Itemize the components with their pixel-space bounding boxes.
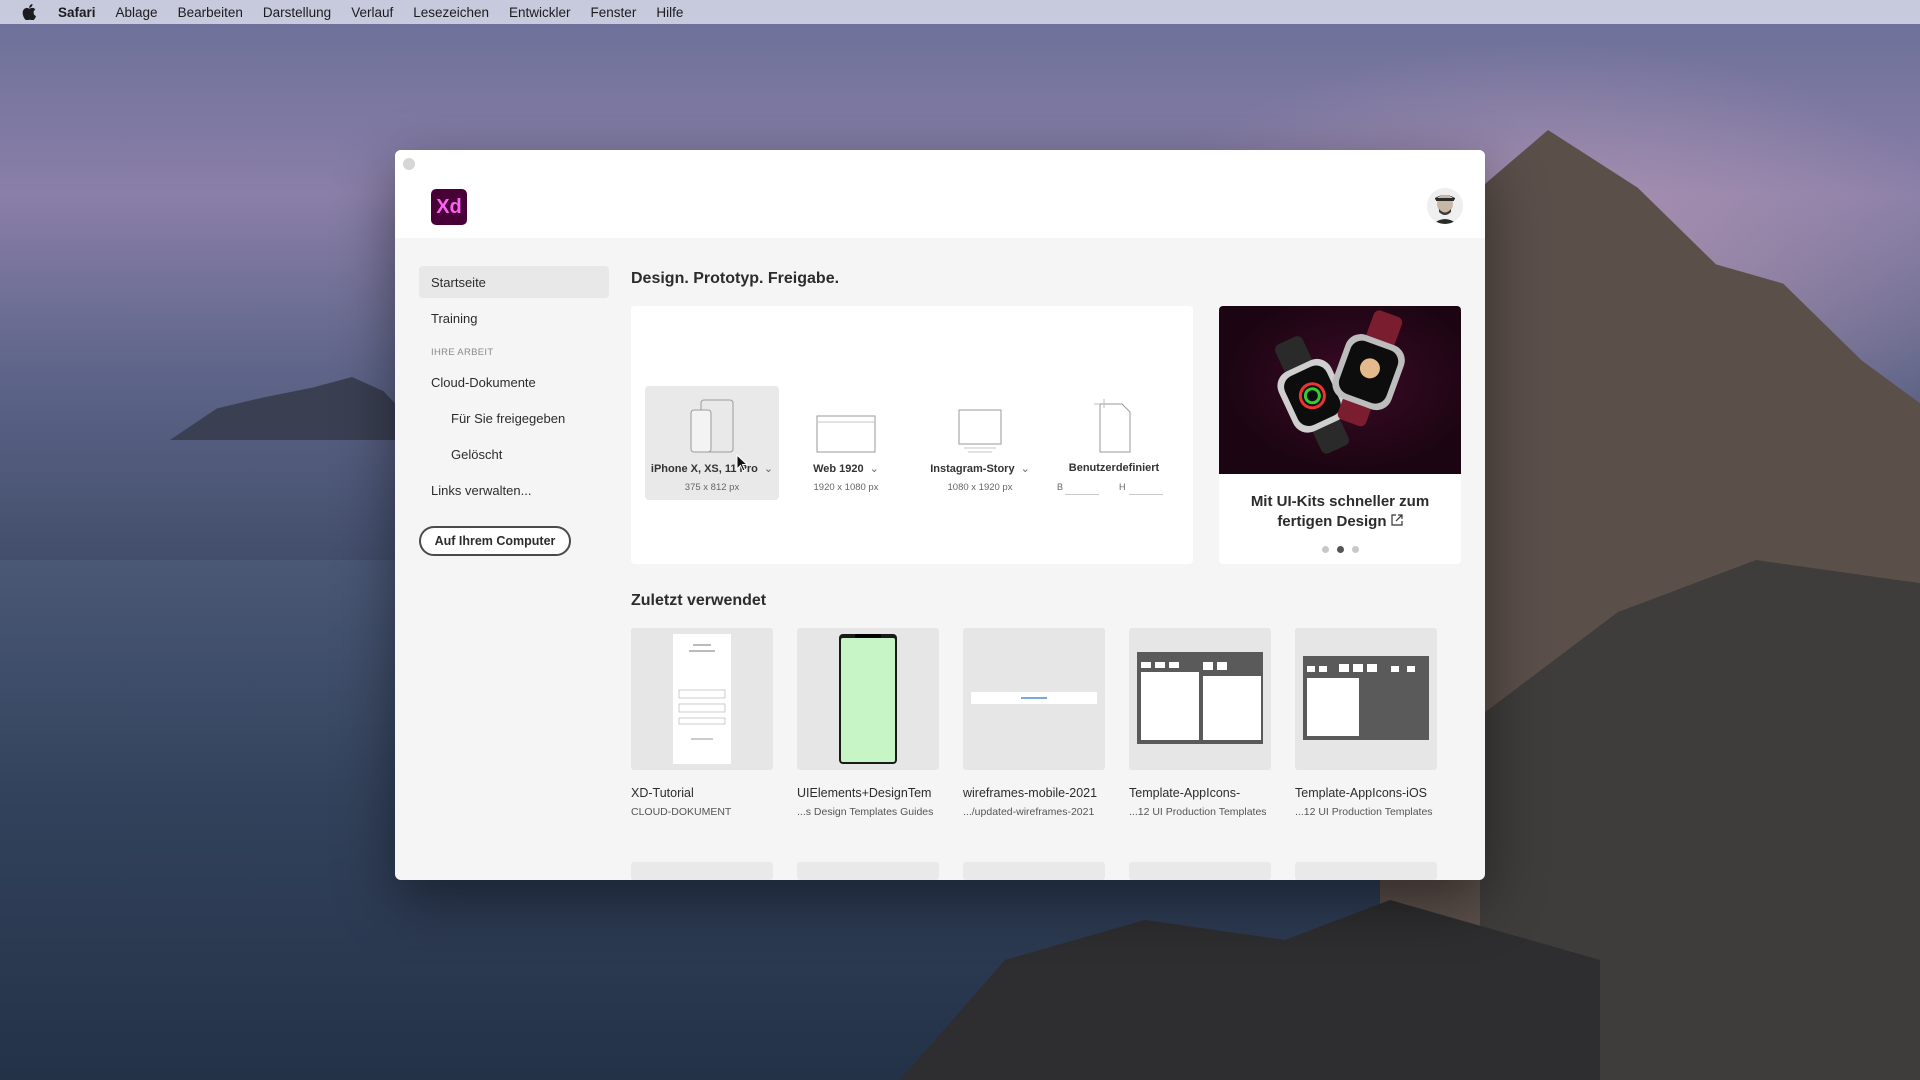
mouse-cursor-icon: [736, 453, 749, 477]
recent-file-card[interactable]: Template-AppIcons- ...12 UI Production T…: [1129, 628, 1271, 818]
preset-instagram-story[interactable]: Instagram-Story ⌄ 1080 x 1920 px: [913, 386, 1047, 500]
recent-title: Zuletzt verwendet: [631, 592, 767, 609]
menu-hilfe[interactable]: Hilfe: [656, 5, 683, 20]
file-thumbnail: [1295, 628, 1437, 770]
recent-file-card-partial[interactable]: [963, 862, 1105, 880]
file-thumbnail: [963, 628, 1105, 770]
menu-fenster[interactable]: Fenster: [591, 5, 637, 20]
phone-icon: [645, 394, 779, 454]
sidebar-item-training[interactable]: Training: [419, 302, 609, 334]
width-input[interactable]: [1065, 494, 1099, 495]
file-path: ...12 UI Production Templates: [1295, 806, 1433, 818]
sidebar-item-manage-links[interactable]: Links verwalten...: [419, 474, 609, 506]
preset-custom-name: Benutzerdefiniert: [1068, 462, 1160, 474]
preset-web-size: 1920 x 1080 px: [813, 482, 879, 493]
height-label: H: [1119, 482, 1126, 492]
menu-entwickler[interactable]: Entwickler: [509, 5, 571, 20]
recent-file-card[interactable]: wireframes-mobile-2021 .../updated-wiref…: [963, 628, 1105, 818]
promo-card[interactable]: Mit UI-Kits schneller zum fertigen Desig…: [1219, 306, 1461, 564]
carousel-dot[interactable]: [1321, 546, 1329, 553]
file-thumbnail: [631, 628, 773, 770]
file-thumbnail: [797, 628, 939, 770]
user-avatar[interactable]: [1427, 188, 1463, 224]
on-computer-button[interactable]: Auf Ihrem Computer: [419, 526, 571, 556]
carousel-dots: [1219, 546, 1461, 553]
menu-darstellung[interactable]: Darstellung: [263, 5, 331, 20]
width-label: B: [1057, 482, 1064, 492]
preset-custom[interactable]: Benutzerdefiniert B H: [1047, 386, 1181, 500]
preset-web-name: Web 1920: [813, 463, 864, 475]
sidebar-section-heading: IHRE ARBEIT: [431, 346, 494, 358]
preset-iphone[interactable]: iPhone X, XS, 11 Pro ⌄ 375 x 812 px: [645, 386, 779, 500]
menu-lesezeichen[interactable]: Lesezeichen: [413, 5, 489, 20]
sidebar-item-home[interactable]: Startseite: [419, 266, 609, 298]
chevron-down-icon[interactable]: ⌄: [1021, 462, 1030, 475]
recent-file-card[interactable]: XD-Tutorial CLOUD-DOKUMENT: [631, 628, 773, 818]
file-name: Template-AppIcons-iOS: [1295, 786, 1428, 800]
custom-page-icon: [1047, 394, 1181, 454]
recent-file-card-partial[interactable]: [1295, 862, 1437, 880]
height-input[interactable]: [1129, 494, 1163, 495]
file-path: .../updated-wireframes-2021: [963, 806, 1095, 818]
recent-file-card[interactable]: Template-AppIcons-iOS ...12 UI Productio…: [1295, 628, 1437, 818]
menu-bearbeiten[interactable]: Bearbeiten: [178, 5, 243, 20]
page-title: Design. Prototyp. Freigabe.: [631, 270, 840, 287]
window-header: Xd: [395, 150, 1485, 238]
carousel-dot[interactable]: [1351, 546, 1359, 553]
new-document-presets: iPhone X, XS, 11 Pro ⌄ 375 x 812 px Web 1…: [631, 306, 1193, 564]
preset-web-1920[interactable]: Web 1920 ⌄ 1920 x 1080 px: [779, 386, 913, 500]
apple-icon[interactable]: [20, 3, 38, 21]
xd-logo: Xd: [431, 189, 467, 225]
story-icon: [913, 394, 1047, 454]
file-name: wireframes-mobile-2021: [963, 786, 1098, 800]
recent-file-card-partial[interactable]: [631, 862, 773, 880]
chevron-down-icon[interactable]: ⌄: [764, 462, 773, 475]
file-name: UIElements+DesignTem: [797, 786, 932, 800]
file-name: XD-Tutorial: [631, 786, 694, 800]
file-name: Template-AppIcons-: [1129, 786, 1241, 800]
preset-instagram-name: Instagram-Story: [930, 463, 1015, 475]
file-path: ...s Design Templates Guides: [797, 806, 934, 818]
window-close-button[interactable]: [403, 158, 415, 170]
recent-file-card-partial[interactable]: [797, 862, 939, 880]
smartwatch-image: [1219, 306, 1461, 474]
menu-safari[interactable]: Safari: [58, 5, 96, 20]
xd-home-window: Xd Startseite Training IHRE ARBEIT Cloud…: [395, 150, 1485, 880]
recent-file-card[interactable]: UIElements+DesignTem ...s Design Templat…: [797, 628, 939, 818]
file-thumbnail: [1129, 628, 1271, 770]
preset-instagram-size: 1080 x 1920 px: [947, 482, 1013, 493]
file-path: CLOUD-DOKUMENT: [631, 806, 732, 818]
external-link-icon: [1391, 513, 1403, 530]
monitor-icon: [779, 394, 913, 454]
menu-verlauf[interactable]: Verlauf: [351, 5, 393, 20]
sidebar-item-cloud-docs[interactable]: Cloud-Dokumente: [419, 366, 609, 398]
chevron-down-icon[interactable]: ⌄: [870, 462, 879, 475]
island: [170, 377, 430, 440]
menu-ablage[interactable]: Ablage: [116, 5, 158, 20]
file-path: ...12 UI Production Templates: [1129, 806, 1267, 818]
menu-bar: Safari Ablage Bearbeiten Darstellung Ver…: [0, 0, 1920, 24]
carousel-dot-active[interactable]: [1336, 546, 1344, 553]
promo-text: Mit UI-Kits schneller zum fertigen Desig…: [1229, 492, 1451, 532]
recent-file-card-partial[interactable]: [1129, 862, 1271, 880]
sidebar-item-shared[interactable]: Für Sie freigegeben: [419, 402, 609, 434]
sidebar: Startseite Training IHRE ARBEIT Cloud-Do…: [419, 266, 609, 556]
sidebar-item-deleted[interactable]: Gelöscht: [419, 438, 609, 470]
preset-iphone-size: 375 x 812 px: [684, 482, 740, 493]
